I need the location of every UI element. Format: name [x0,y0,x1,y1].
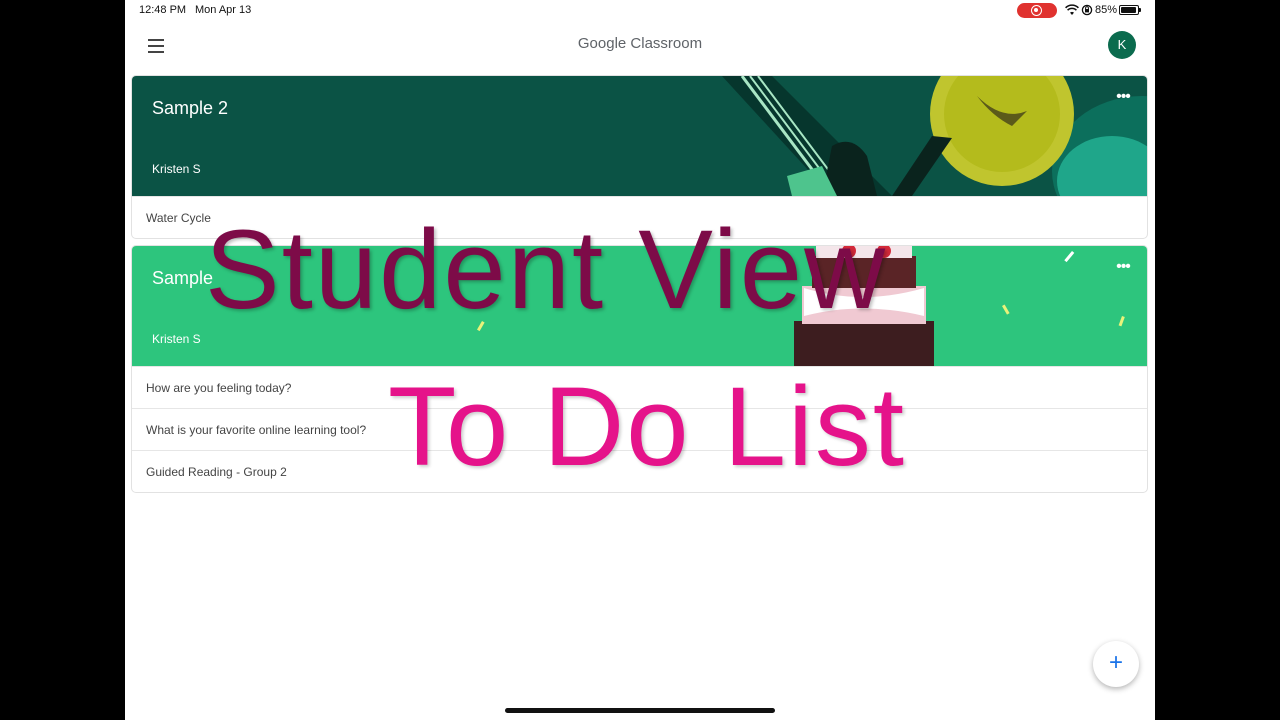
teacher-name: Kristen S [152,332,201,346]
home-indicator[interactable] [505,708,775,713]
class-banner[interactable]: Sample 2 Kristen S ••• [132,76,1147,196]
overlay-title: Student View [205,207,887,332]
add-class-button[interactable]: + [1093,641,1139,687]
app-title: Google Classroom [577,35,703,52]
screen-recording-indicator[interactable] [1017,3,1057,18]
plus-icon: + [1108,649,1123,676]
status-date: Mon Apr 13 [195,4,252,16]
status-time: 12:48 PM [139,4,187,16]
battery-icon [1119,5,1141,15]
more-options-icon[interactable]: ••• [1113,259,1133,276]
music-banner-illustration [722,76,1147,196]
tablet-screen: 12:48 PM Mon Apr 13 85% Google Classroom… [125,0,1155,720]
class-name[interactable]: Sample 2 [152,98,228,119]
account-avatar[interactable]: K [1108,31,1136,59]
battery-percentage: 85% [1095,4,1118,16]
class-name[interactable]: Sample [152,268,213,289]
rotation-lock-icon [1081,4,1093,16]
overlay-subtitle: To Do List [388,364,906,489]
wifi-icon [1065,4,1079,15]
more-options-icon[interactable]: ••• [1113,89,1133,106]
record-icon [1031,5,1042,16]
teacher-name: Kristen S [152,162,201,176]
status-bar: 12:48 PM Mon Apr 13 85% [125,0,1155,20]
